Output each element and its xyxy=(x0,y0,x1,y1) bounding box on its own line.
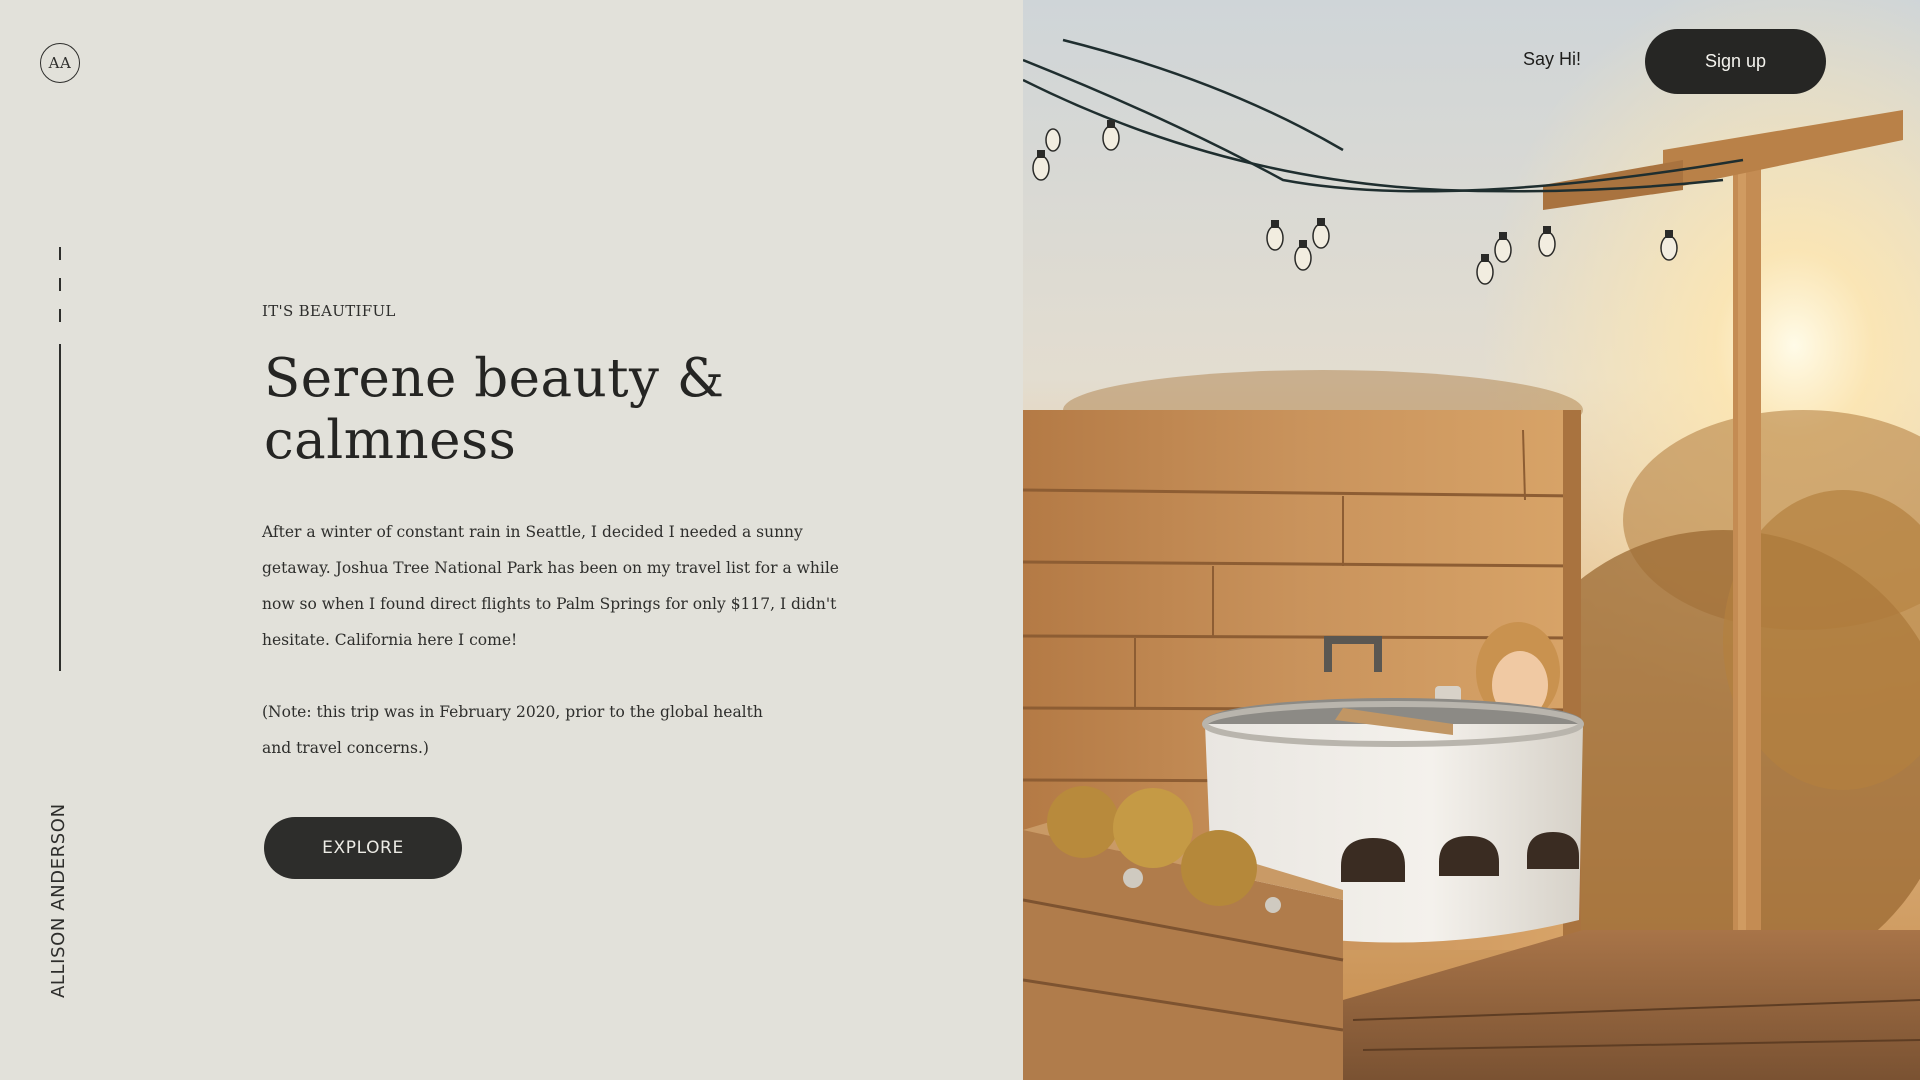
hero-content: IT'S BEAUTIFUL Serene beauty & calmness … xyxy=(262,302,862,766)
signup-button[interactable]: Sign up xyxy=(1645,29,1826,94)
hero-photo xyxy=(1023,0,1920,1080)
logo-text: AA xyxy=(48,54,72,72)
page-title: Serene beauty & calmness xyxy=(264,348,725,471)
slide-indicator-active[interactable] xyxy=(59,344,61,671)
intro-paragraph: After a winter of constant rain in Seatt… xyxy=(262,523,839,649)
logo[interactable]: AA xyxy=(40,43,80,83)
hero-photo-illustration xyxy=(1023,0,1920,1080)
eyebrow-text: IT'S BEAUTIFUL xyxy=(262,302,396,320)
slide-indicator-1[interactable] xyxy=(59,247,61,260)
explore-button[interactable]: EXPLORE xyxy=(264,817,462,879)
slide-indicator-3[interactable] xyxy=(59,309,61,322)
slide-indicator-2[interactable] xyxy=(59,278,61,291)
say-hi-link[interactable]: Say Hi! xyxy=(1523,49,1581,70)
author-name: ALLISON ANDERSON xyxy=(48,803,69,998)
landing-page: AA ALLISON ANDERSON IT'S BEAUTIFUL Seren… xyxy=(0,0,1920,1080)
note-paragraph: (Note: this trip was in February 2020, p… xyxy=(262,703,763,757)
